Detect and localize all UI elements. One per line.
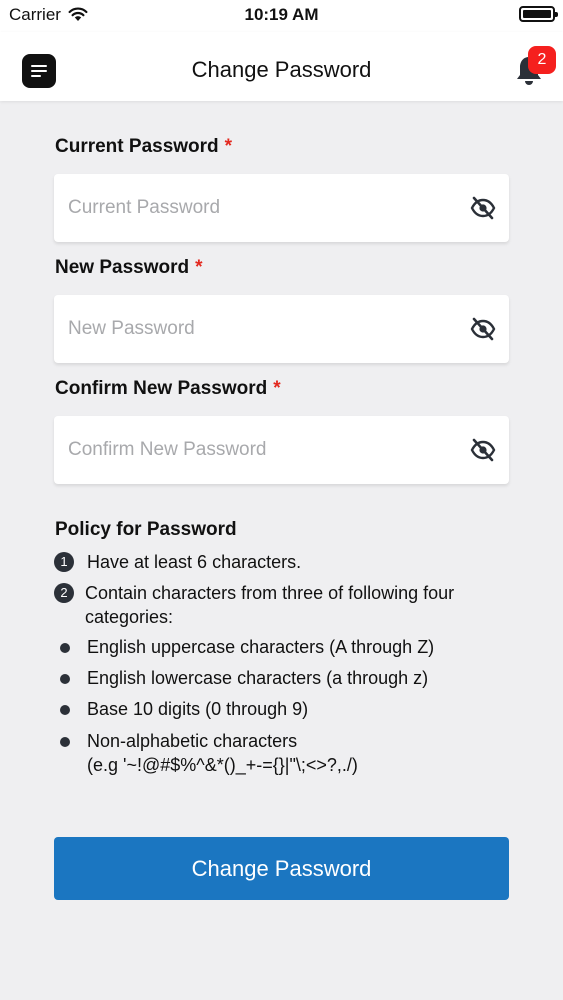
category-text: Non-alphabetic characters xyxy=(87,731,298,751)
eye-slash-icon[interactable] xyxy=(470,196,496,220)
confirm-password-field xyxy=(54,416,509,484)
example-characters: (e.g '~!@#$%^&*()_+-={}|"\;<>?,./) xyxy=(87,755,358,775)
confirm-password-label: Confirm New Password * xyxy=(55,378,281,400)
category-text: Base 10 digits (0 through 9) xyxy=(87,699,309,719)
notification-badge: 2 xyxy=(528,46,556,74)
page-title: Change Password xyxy=(191,57,372,82)
rule-text: Contain characters from three of followi… xyxy=(85,583,455,627)
new-password-label: New Password * xyxy=(55,257,203,279)
change-password-button[interactable]: Change Password xyxy=(54,837,509,900)
bullet-icon xyxy=(60,737,70,747)
status-bar: Carrier 10:19 AM xyxy=(0,0,563,32)
rule-text: Have at least 6 characters. xyxy=(87,552,302,572)
category-text: English uppercase characters (A through … xyxy=(87,637,435,657)
current-password-label-text: Current Password xyxy=(55,136,219,157)
new-password-field xyxy=(54,295,509,363)
confirm-password-input[interactable] xyxy=(68,434,448,466)
required-mark: * xyxy=(273,378,281,399)
status-time: 10:19 AM xyxy=(244,5,319,24)
bullet-icon xyxy=(60,705,70,715)
required-mark: * xyxy=(224,136,233,157)
confirm-password-label-text: Confirm New Password xyxy=(55,378,268,399)
bullet-icon xyxy=(60,674,70,684)
current-password-label: Current Password * xyxy=(55,136,232,158)
rule-number-badge: 1 xyxy=(54,552,74,572)
new-password-input[interactable] xyxy=(68,313,448,345)
bullet-icon xyxy=(60,643,70,653)
category-text: English lowercase characters (a through … xyxy=(87,668,429,688)
required-mark: * xyxy=(195,257,203,278)
rule-number-badge: 2 xyxy=(54,583,74,603)
navigation-bar: Change Password 2 xyxy=(0,32,563,101)
policy-title: Policy for Password xyxy=(55,519,237,540)
new-password-label-text: New Password xyxy=(55,257,190,278)
current-password-input[interactable] xyxy=(68,192,448,224)
eye-slash-icon[interactable] xyxy=(470,317,496,341)
battery-icon xyxy=(519,6,558,22)
current-password-field xyxy=(54,174,509,242)
eye-slash-icon[interactable] xyxy=(470,438,496,462)
